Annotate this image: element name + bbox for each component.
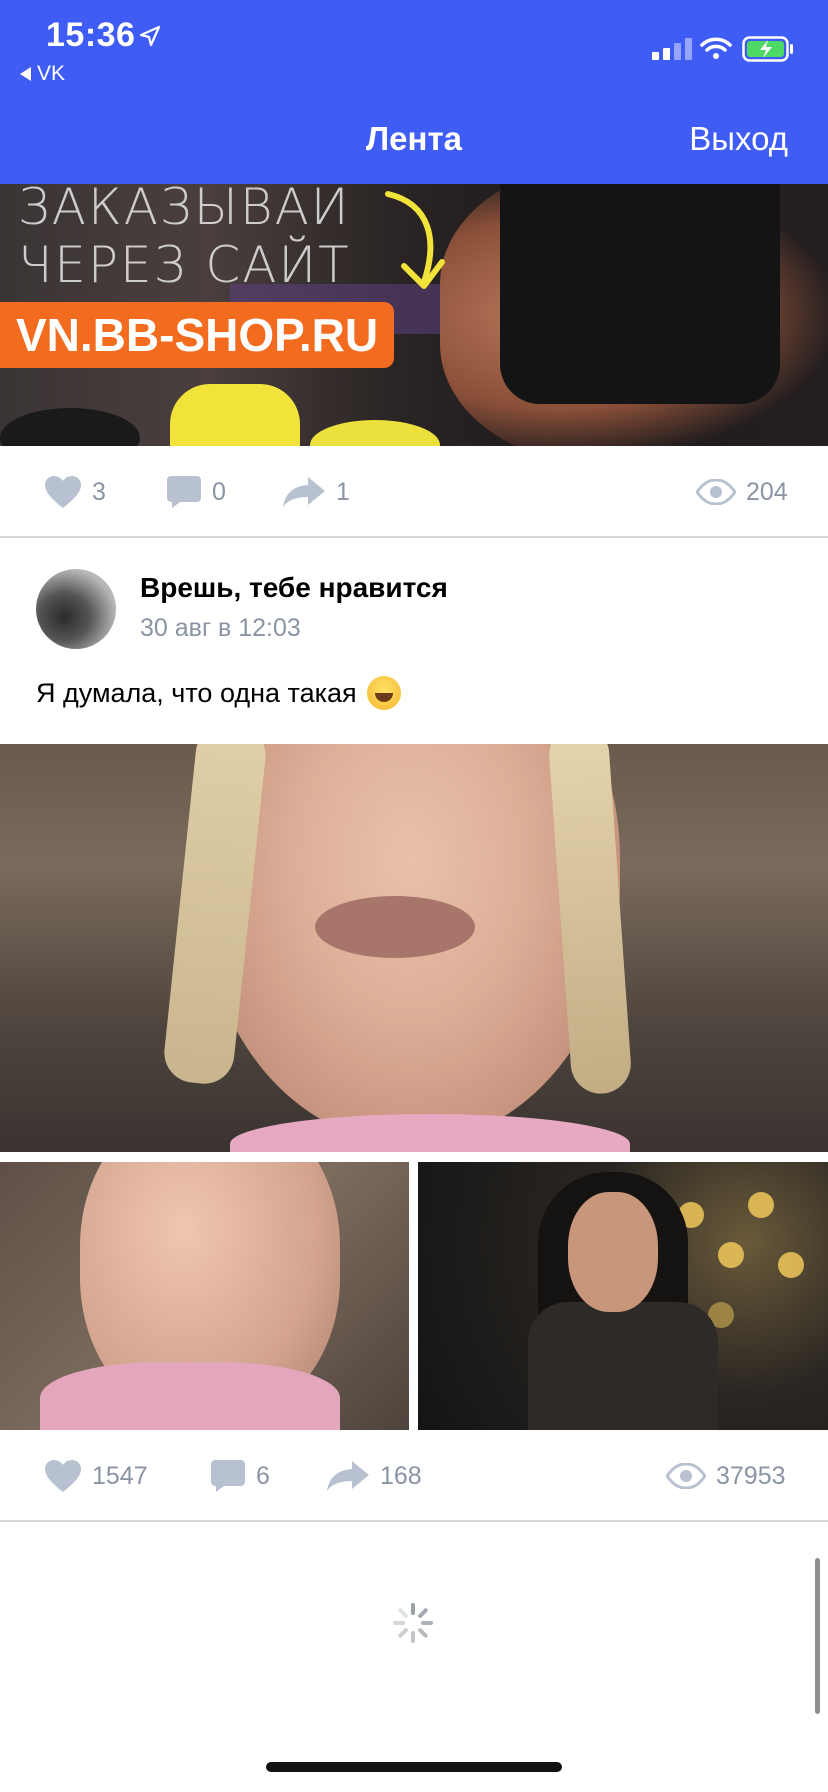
loading-spinner-icon [393,1603,433,1643]
share-button[interactable]: 1 [282,476,350,508]
ad-banner-line1: ЗАКАЗЫВАЙ [18,184,351,236]
back-app-label: VK [37,62,66,85]
ad-banner-site: VN.BB-SHOP.RU [0,302,395,368]
post-date: 30 авг в 12:03 [140,614,301,642]
post-actions: 1547 6 168 37953 [0,1430,828,1522]
comment-button[interactable]: 6 [210,1459,270,1493]
battery-charging-icon [742,36,793,62]
views-counter: 204 [696,478,788,507]
ad-banner-line2: ЧЕРЕЗ САЙТ [18,236,351,294]
views-count: 204 [746,477,788,506]
cellular-signal-icon [652,36,692,60]
post-photo-right[interactable] [418,1162,828,1430]
share-arrow-icon [327,1461,369,1491]
back-triangle-icon [20,67,31,81]
like-button[interactable]: 3 [44,475,106,509]
ad-post-actions: 3 0 1 204 [0,446,828,538]
post-divider [0,1520,828,1522]
eye-icon [696,479,736,505]
ad-banner-image[interactable]: ЗАКАЗЫВАЙ ЧЕРЕЗ САЙТ VN.BB-SHOP.RU [0,184,828,446]
post-photo-main[interactable] [0,744,828,1152]
comment-icon [167,476,201,508]
share-count: 168 [380,1461,422,1490]
heart-icon [45,1460,81,1492]
comment-icon [211,1460,245,1492]
comment-count: 0 [212,477,226,506]
avatar[interactable] [36,569,116,649]
share-arrow-icon [283,477,325,507]
share-count: 1 [336,477,350,506]
logout-button[interactable]: Выход [689,120,788,158]
like-count: 1547 [92,1461,148,1490]
eye-icon [666,1463,706,1489]
post-text-content: Я думала, что одна такая [36,677,357,708]
like-count: 3 [92,477,106,506]
back-to-app-button[interactable]: VK [20,62,65,86]
post-photo-left[interactable] [0,1162,409,1430]
post-divider [0,536,828,538]
heart-icon [45,476,81,508]
post-text: Я думала, что одна такая [36,676,401,710]
location-arrow-icon [139,25,161,47]
status-time: 15:36 [46,16,136,54]
arrow-icon [385,191,445,289]
app-header: 15:36 VK Лента Выход [0,0,828,184]
like-button[interactable]: 1547 [44,1459,148,1493]
home-indicator[interactable] [266,1762,562,1772]
scrollbar[interactable] [815,1558,820,1714]
grinning-sweat-emoji-icon [366,676,401,710]
views-count: 37953 [716,1461,786,1490]
comment-count: 6 [256,1461,270,1490]
comment-button[interactable]: 0 [166,475,226,509]
post-author[interactable]: Врешь, тебе нравится [140,572,448,604]
wifi-icon [700,37,732,59]
views-counter: 37953 [666,1462,786,1491]
share-button[interactable]: 168 [326,1460,422,1492]
